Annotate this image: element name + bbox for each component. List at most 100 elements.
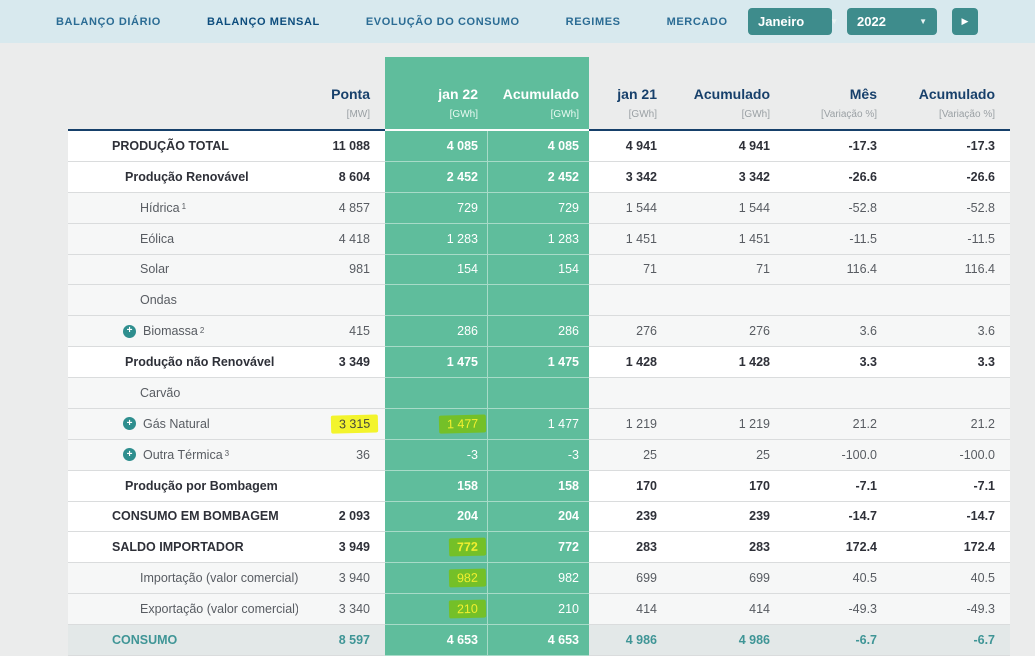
value-cell: 276 [589, 316, 692, 348]
value-cell: 158 [487, 470, 589, 502]
value-cell [487, 285, 589, 317]
cell-value: -49.3 [848, 602, 878, 617]
cell-value: -26.6 [966, 169, 996, 184]
row-label: Produção não Renovável [125, 355, 275, 370]
table-row-producao-total: PRODUÇÃO TOTAL 11 088 4 085 4 085 4 941 4 941… [68, 131, 1010, 162]
cell-value: 40.5 [970, 571, 995, 586]
arrow-right-icon: ▶ [961, 16, 969, 26]
cell-value: -7.1 [855, 478, 877, 493]
cell-value: 1 477 [547, 416, 579, 431]
column-header-mes-6: Mês [Variação %] [797, 43, 897, 131]
tab-balanco-diario[interactable]: Balanço Diário [56, 16, 161, 28]
row-label-cell: Importação (valor comercial) [68, 563, 299, 595]
value-cell: 981 [298, 254, 385, 286]
value-cell: 2 452 [487, 161, 589, 193]
value-cell: 239 [692, 501, 797, 533]
cell-value: 71 [756, 262, 770, 277]
value-cell: 3 340 [298, 594, 385, 625]
value-cell: 1 219 [589, 408, 692, 440]
cell-value: 414 [749, 602, 770, 617]
cell-value: 286 [558, 324, 579, 339]
value-cell [897, 285, 1010, 317]
expand-plus-icon[interactable]: + [123, 324, 136, 338]
value-cell: 283 [589, 532, 692, 564]
top-navigation: Balanço Diário Balanço Mensal Evolução do … [0, 0, 1035, 43]
value-cell: -3 [487, 439, 589, 471]
value-cell [797, 285, 897, 317]
value-cell: 1 477 [385, 408, 487, 440]
year-select[interactable]: 2022 ▼ [847, 8, 937, 35]
row-label-cell: Eólica [68, 223, 298, 255]
cell-value: 276 [636, 324, 657, 339]
cell-value: 21.2 [852, 416, 877, 431]
column-label: Mês [849, 86, 877, 102]
value-cell: 3 342 [692, 161, 797, 193]
row-label: Outra Térmica [143, 447, 223, 462]
column-unit: [GWh] [449, 109, 478, 120]
table-row-carvao: Carvão [68, 378, 1010, 409]
cell-value: 3.6 [859, 324, 877, 339]
cell-value: 116.4 [964, 262, 995, 277]
cell-value: 40.5 [852, 571, 877, 586]
column-header-acumulado-5: Acumulado [GWh] [692, 43, 797, 131]
row-label: CONSUMO EM BOMBAGEM [112, 509, 279, 524]
cell-value: 21.2 [970, 416, 995, 431]
table-row-ondas: Ondas [68, 285, 1010, 317]
value-cell: 729 [385, 192, 487, 224]
value-cell: 3 315 [298, 408, 385, 440]
value-cell: 414 [589, 594, 692, 625]
row-label: PRODUÇÃO TOTAL [112, 138, 229, 153]
cell-value: 3.6 [977, 324, 995, 339]
value-cell: 699 [692, 563, 797, 595]
cell-value: -7.1 [973, 478, 995, 493]
value-cell: 4 986 [692, 625, 797, 656]
marker-highlight: 210 [448, 599, 487, 619]
value-cell [385, 378, 487, 409]
value-cell [298, 378, 385, 409]
value-cell: 729 [487, 192, 589, 224]
cell-value: -52.8 [966, 200, 996, 215]
table-row-importacao-valor-comercial: Importação (valor comercial) 3 940 982 982 6… [68, 563, 1010, 595]
cell-value: 3 342 [625, 169, 657, 184]
row-label-cell: CONSUMO EM BOMBAGEM [68, 501, 298, 533]
tab-balanco-mensal[interactable]: Balanço Mensal [207, 16, 320, 28]
tab-evolucao-do-consumo[interactable]: Evolução do Consumo [366, 16, 520, 28]
column-unit: [GWh] [628, 109, 657, 120]
value-cell: -52.8 [897, 192, 1010, 224]
row-label: Importação (valor comercial) [140, 571, 299, 586]
cell-value: 158 [558, 478, 579, 493]
value-cell: 2 093 [298, 501, 385, 533]
value-cell: 158 [385, 470, 487, 502]
next-period-button[interactable]: ▶ [952, 8, 978, 35]
value-cell: 772 [487, 532, 589, 564]
value-cell: 283 [692, 532, 797, 564]
table-row-consumo: CONSUMO 8 597 4 653 4 653 4 986 4 986 -6.7 -6.7 [68, 625, 1010, 656]
tab-regimes[interactable]: Regimes [566, 16, 621, 28]
cell-value: 729 [558, 200, 579, 215]
column-unit: [GWh] [550, 109, 579, 120]
cell-value: -6.7 [855, 632, 877, 647]
table-row-exportacao-valor-comercial: Exportação (valor comercial) 3 340 210 210 4… [68, 594, 1010, 625]
cell-value: 8 597 [338, 632, 370, 647]
value-cell: 1 451 [692, 223, 797, 255]
table-row-producao-nao-renovavel: Produção não Renovável 3 349 1 475 1 475 1 4… [68, 347, 1010, 378]
cell-value: 3 349 [338, 355, 370, 370]
row-label: Carvão [140, 385, 181, 400]
value-cell: 172.4 [897, 532, 1010, 564]
row-label: Gás Natural [143, 416, 210, 431]
tab-mercado[interactable]: Mercado [667, 16, 728, 28]
cell-value: 1 544 [738, 200, 770, 215]
row-label-cell: + Biomassa 2 [68, 316, 298, 348]
cell-value: 3.3 [977, 355, 995, 370]
row-label: Produção Renovável [125, 169, 249, 184]
chevron-down-icon: ▼ [919, 17, 927, 26]
expand-plus-icon[interactable]: + [123, 417, 136, 431]
table-body: PRODUÇÃO TOTAL 11 088 4 085 4 085 4 941 4 941… [68, 131, 1010, 656]
month-select[interactable]: Janeiro ▼ [748, 8, 838, 35]
column-header-acumulado-7: Acumulado [Variação %] [897, 43, 1010, 131]
value-cell: 286 [385, 316, 487, 348]
table-row-hidrica: Hídrica 1 4 857 729 729 1 544 1 544 -52.8 -52.8 [68, 192, 1010, 224]
expand-plus-icon[interactable]: + [123, 448, 136, 462]
cell-value: 4 418 [338, 231, 370, 246]
value-cell: 1 475 [385, 347, 487, 378]
